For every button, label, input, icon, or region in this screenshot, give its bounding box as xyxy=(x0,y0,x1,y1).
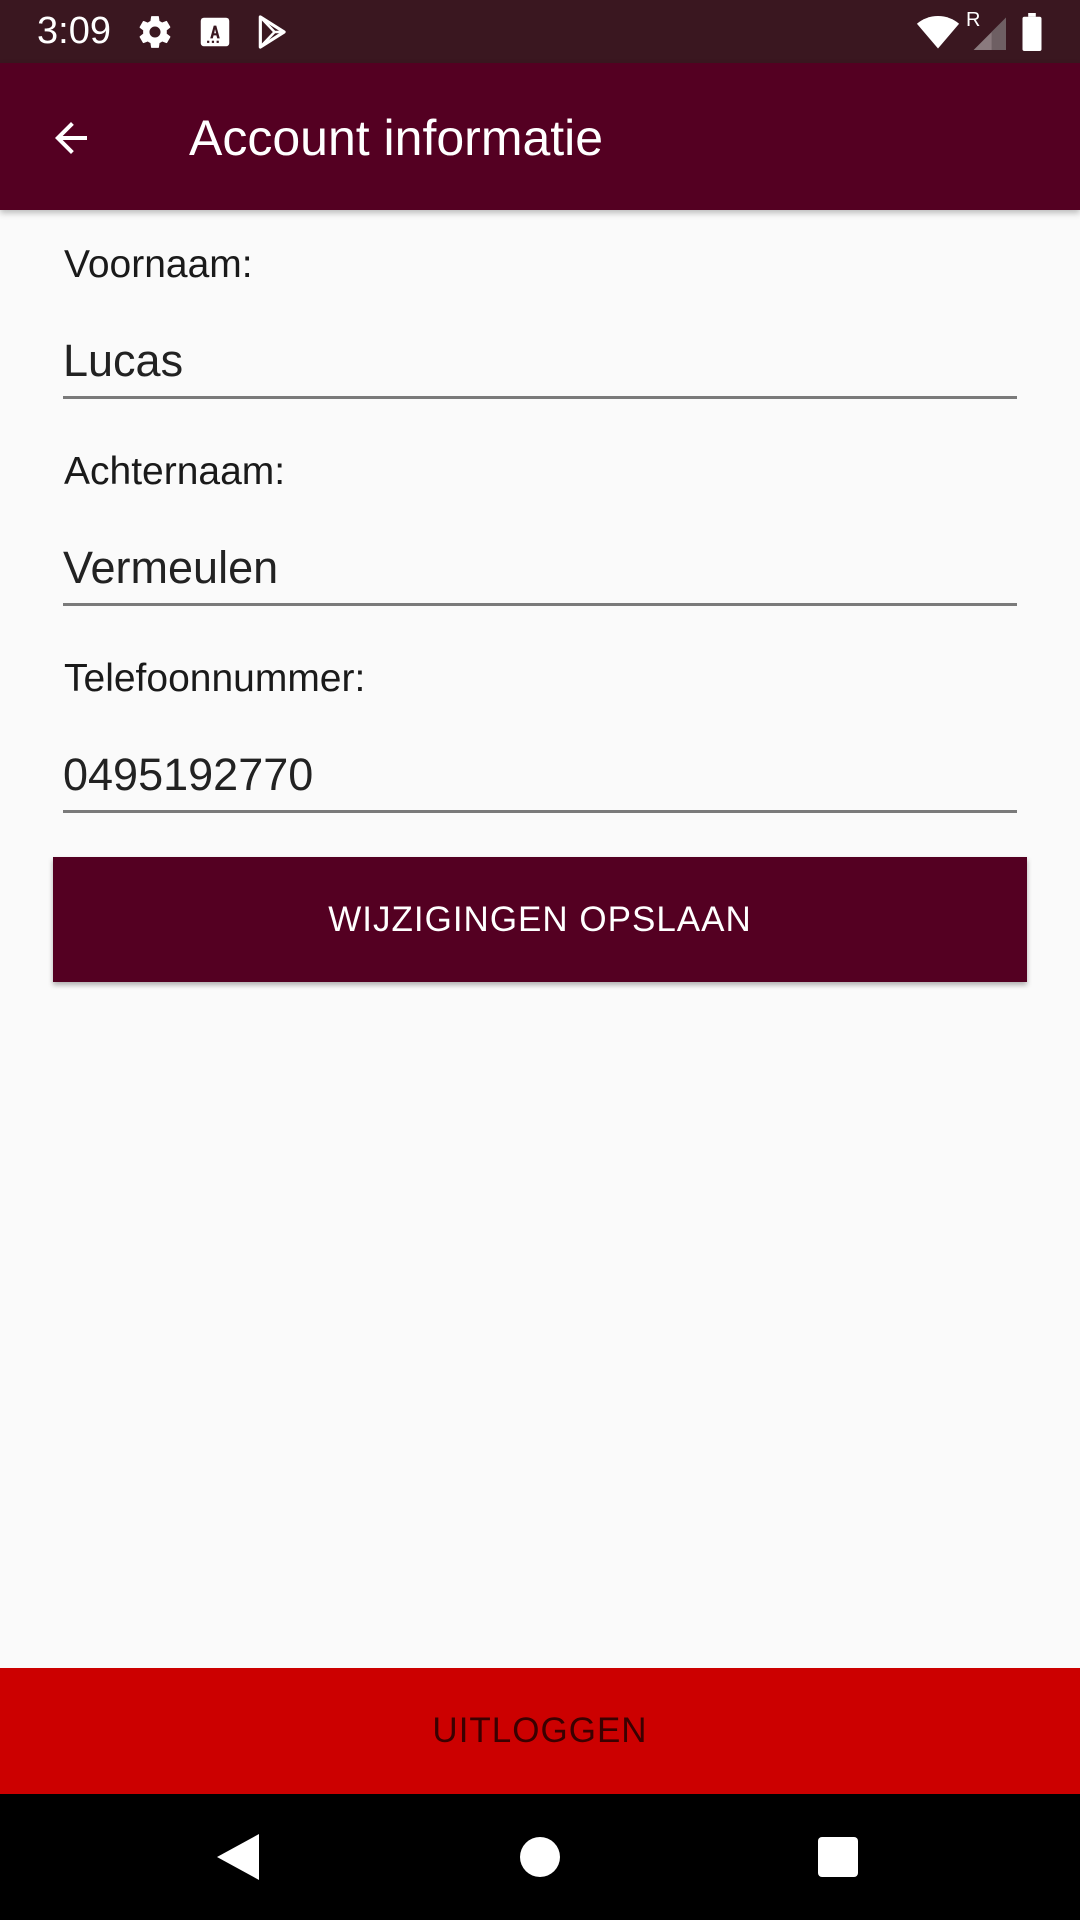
save-changes-button[interactable]: WIJZIGINGEN OPSLAAN xyxy=(53,857,1027,982)
arrow-back-icon xyxy=(55,122,87,154)
navigation-bar xyxy=(0,1794,1080,1920)
nav-recents-icon xyxy=(818,1837,858,1877)
nav-back-button[interactable] xyxy=(200,1819,276,1895)
settings-icon xyxy=(136,13,174,51)
page-title: Account informatie xyxy=(189,110,604,166)
app-bar: Account informatie xyxy=(0,63,1080,210)
nav-home-icon xyxy=(520,1837,560,1877)
status-time: 3:09 xyxy=(37,10,111,52)
nav-recents-button[interactable] xyxy=(800,1819,876,1895)
account-info-screen: 3:09 R Account informatie Voornaam: Acht… xyxy=(0,0,1080,1920)
first-name-label: Voornaam: xyxy=(64,243,253,286)
last-name-label: Achternaam: xyxy=(64,450,286,493)
first-name-field[interactable] xyxy=(63,326,1017,399)
play-store-icon xyxy=(254,13,292,51)
logout-button[interactable]: UITLOGGEN xyxy=(0,1668,1080,1794)
phone-field[interactable] xyxy=(63,740,1017,813)
nav-home-button[interactable] xyxy=(502,1819,578,1895)
battery-icon xyxy=(1020,13,1044,51)
wifi-icon xyxy=(916,13,960,51)
status-bar: 3:09 R xyxy=(0,0,1080,63)
nav-back-icon xyxy=(217,1834,259,1880)
font-a-icon xyxy=(196,13,234,51)
phone-label: Telefoonnummer: xyxy=(64,657,366,700)
signal-icon xyxy=(970,13,1006,51)
last-name-field[interactable] xyxy=(63,533,1017,606)
back-button[interactable] xyxy=(36,103,106,173)
